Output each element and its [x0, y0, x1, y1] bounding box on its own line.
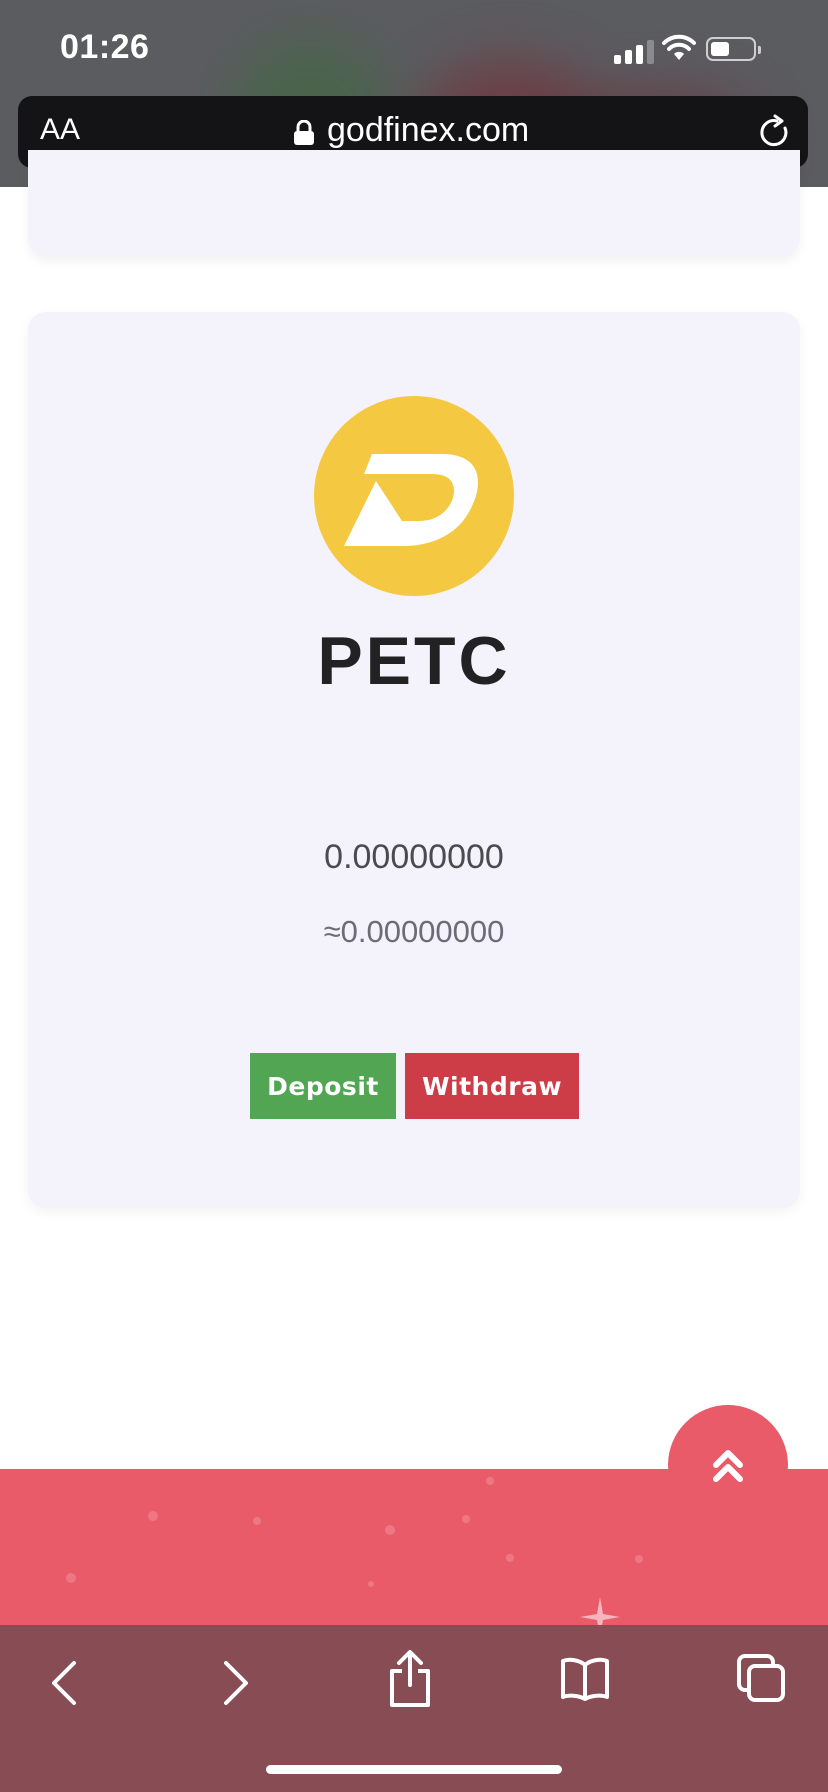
coin-approx-value: ≈0.00000000: [323, 914, 505, 949]
coin-logo-icon: [314, 396, 514, 596]
lock-icon: [294, 120, 314, 145]
tabs-icon[interactable]: [736, 1653, 786, 1703]
reload-icon[interactable]: [758, 114, 792, 150]
text-size-button[interactable]: AA: [40, 113, 80, 147]
battery-icon: [706, 37, 761, 61]
scroll-to-top-button[interactable]: [668, 1405, 788, 1525]
url-text[interactable]: godfinex.com: [327, 111, 529, 150]
withdraw-button[interactable]: Withdraw: [405, 1053, 579, 1119]
text-size-label: AA: [40, 113, 81, 146]
bookmarks-icon[interactable]: [560, 1657, 610, 1701]
share-icon[interactable]: [386, 1649, 434, 1709]
forward-icon[interactable]: [216, 1655, 256, 1711]
coin-balance: 0.00000000: [324, 838, 504, 876]
coin-symbol: PETC: [317, 623, 511, 699]
deposit-button[interactable]: Deposit: [250, 1053, 396, 1119]
back-icon[interactable]: [44, 1655, 84, 1711]
status-time: 01:26: [60, 28, 150, 66]
previous-coin-card: [28, 150, 800, 256]
coin-card: PETC 0.00000000 ≈0.00000000 Deposit With…: [28, 312, 800, 1208]
chevrons-up-icon: [713, 1450, 743, 1482]
status-icons: [614, 34, 794, 66]
home-indicator[interactable]: [266, 1765, 562, 1774]
wifi-icon: [662, 34, 696, 60]
